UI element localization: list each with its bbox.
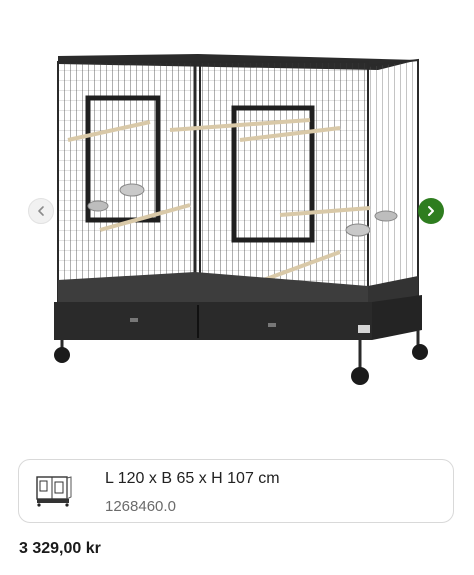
variant-selector[interactable]: L 120 x B 65 x H 107 cm 1268460.0 — [18, 459, 454, 523]
next-image-button[interactable] — [418, 198, 444, 224]
chevron-left-icon — [38, 206, 44, 216]
previous-image-button[interactable] — [28, 198, 54, 224]
variant-dimensions: L 120 x B 65 x H 107 cm — [105, 470, 280, 487]
chevron-right-icon — [428, 206, 434, 216]
variant-thumbnail — [36, 476, 72, 507]
product-price: 3 329,00 kr — [19, 540, 101, 557]
product-image[interactable] — [40, 40, 440, 400]
product-page: L 120 x B 65 x H 107 cm 1268460.0 3 329,… — [0, 0, 474, 575]
variant-sku: 1268460.0 — [105, 498, 176, 515]
image-gallery — [0, 0, 474, 440]
